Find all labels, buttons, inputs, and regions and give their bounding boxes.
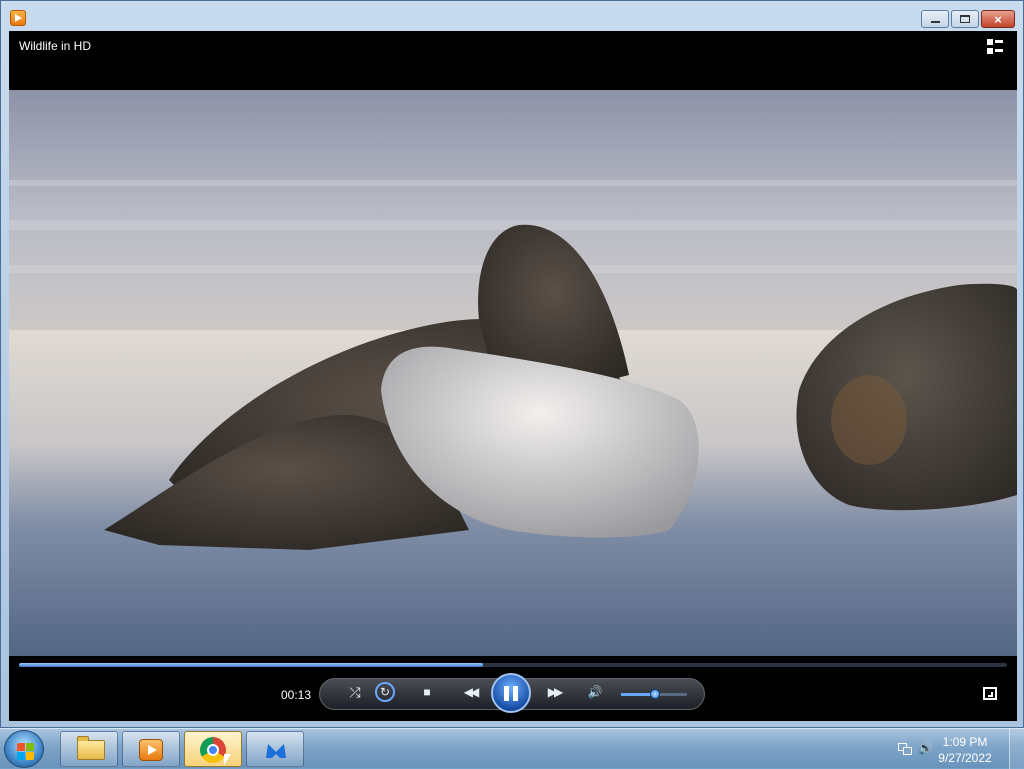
maximize-icon <box>960 15 970 23</box>
shuffle-button[interactable]: ⤮ <box>345 682 365 702</box>
media-player-icon <box>139 739 163 761</box>
previous-icon: ◀◀ <box>463 685 480 699</box>
chrome-icon <box>200 737 226 763</box>
shuffle-icon: ⤮ <box>349 684 361 700</box>
clock-time: 1:09 PM <box>942 735 988 749</box>
video-title: Wildlife in HD <box>19 39 92 53</box>
windows-logo-icon <box>17 743 25 751</box>
close-button[interactable]: × <box>981 10 1015 28</box>
start-button[interactable] <box>4 730 44 768</box>
malwarebytes-icon <box>266 744 286 758</box>
seek-progress <box>19 663 484 667</box>
clock-date: 9/27/2022 <box>938 751 992 765</box>
taskbar-explorer[interactable] <box>60 731 118 767</box>
window-controls: × <box>919 10 1015 28</box>
seek-bar[interactable] <box>19 663 1007 667</box>
previous-button[interactable]: ◀◀ <box>455 682 485 702</box>
mute-button[interactable]: 🔊 <box>585 682 605 702</box>
fullscreen-button[interactable] <box>983 687 997 700</box>
stop-button[interactable]: ■ <box>417 682 437 702</box>
next-icon: ▶▶ <box>547 685 564 699</box>
player-area: Wildlife in HD 00:13 ⤮ ↻ ■ ◀◀ ▶▶ 🔊 <box>9 31 1017 721</box>
taskbar-media-player[interactable] <box>122 731 180 767</box>
switch-to-library-button[interactable] <box>987 39 1005 55</box>
repeat-icon: ↻ <box>379 685 391 699</box>
stop-icon: ■ <box>423 685 431 699</box>
close-icon: × <box>994 12 1002 27</box>
speaker-icon: 🔊 <box>587 685 603 699</box>
elapsed-time: 00:13 <box>281 688 312 702</box>
folder-icon <box>77 736 105 760</box>
repeat-button[interactable]: ↻ <box>375 682 395 702</box>
taskbar: 🔊 1:09 PM 9/27/2022 <box>0 728 1024 769</box>
system-tray: 🔊 1:09 PM 9/27/2022 <box>884 729 1024 769</box>
show-desktop-button[interactable] <box>1009 729 1024 769</box>
media-player-app-icon[interactable] <box>10 10 26 26</box>
volume-slider[interactable] <box>621 689 687 699</box>
minimize-button[interactable] <box>921 10 949 28</box>
video-frame[interactable] <box>9 90 1017 656</box>
clock[interactable]: 1:09 PM 9/27/2022 <box>930 734 1000 766</box>
media-player-window: × Wildlife in HD 00:13 ⤮ ↻ ■ ◀◀ ▶▶ 🔊 <box>0 0 1024 728</box>
taskbar-malwarebytes[interactable] <box>246 731 304 767</box>
fullscreen-icon <box>988 692 993 697</box>
mouse-cursor <box>224 754 231 765</box>
network-icon[interactable] <box>898 741 912 755</box>
video-image <box>9 90 1017 656</box>
pause-icon <box>504 686 509 701</box>
pause-button[interactable] <box>491 673 531 713</box>
taskbar-chrome[interactable] <box>184 731 242 767</box>
next-button[interactable]: ▶▶ <box>539 682 569 702</box>
minimize-icon <box>931 21 940 23</box>
title-bar[interactable]: × <box>1 1 1023 31</box>
maximize-button[interactable] <box>951 10 979 28</box>
